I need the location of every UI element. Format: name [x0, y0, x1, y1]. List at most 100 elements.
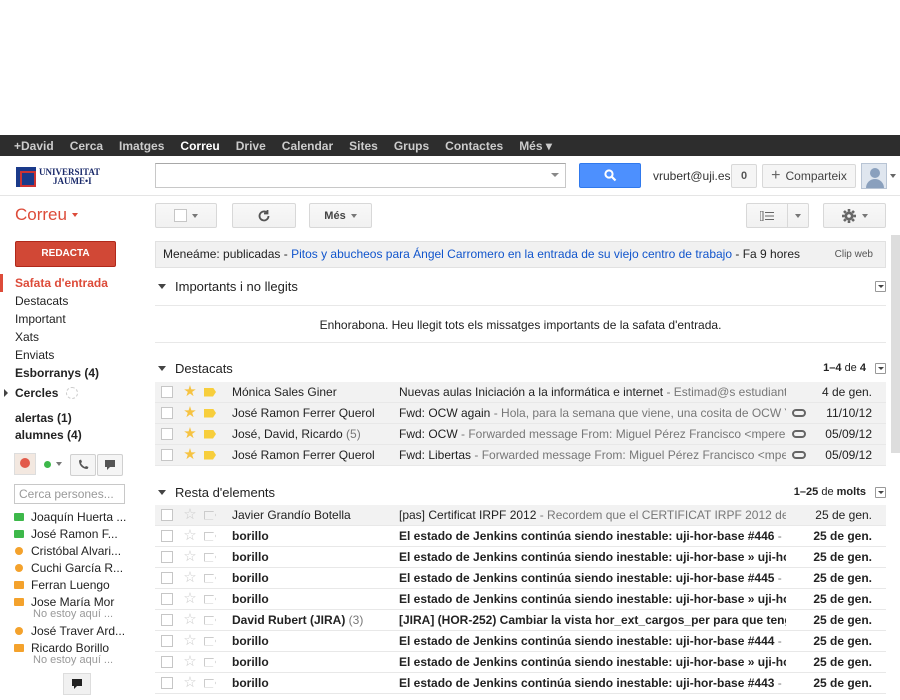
- important-marker-icon[interactable]: [204, 552, 216, 562]
- email-row[interactable]: ☆ David Rubert (JIRA) (3) [JIRA] (HOR-252)…: [155, 610, 886, 631]
- topbar-link[interactable]: +David: [14, 139, 54, 153]
- row-checkbox[interactable]: [161, 614, 173, 626]
- circles-toggle[interactable]: Cercles: [4, 386, 79, 400]
- email-row[interactable]: ★ Mónica Sales Giner Nuevas aulas Iniciaci…: [155, 382, 886, 403]
- search-input[interactable]: [155, 163, 566, 188]
- density-button[interactable]: [746, 203, 788, 228]
- topbar-link[interactable]: Cerca: [70, 139, 103, 153]
- nav-item[interactable]: Xats: [0, 328, 140, 346]
- select-checkbox[interactable]: [174, 209, 187, 222]
- important-marker-icon[interactable]: [204, 387, 216, 397]
- topbar-link[interactable]: Grups: [394, 139, 429, 153]
- user-email[interactable]: vrubert@uji.es: [653, 169, 731, 183]
- important-marker-icon[interactable]: [204, 678, 216, 688]
- row-checkbox[interactable]: [161, 530, 173, 542]
- topbar-link[interactable]: Sites: [349, 139, 378, 153]
- important-marker-icon[interactable]: [204, 657, 216, 667]
- important-marker-icon[interactable]: [204, 615, 216, 625]
- account-caret-icon[interactable]: [890, 174, 896, 178]
- label-item[interactable]: alumnes (4): [15, 427, 82, 444]
- section-starred-header[interactable]: Destacats 1–4 de 4: [155, 357, 886, 379]
- web-clip-label[interactable]: Clip web: [835, 242, 873, 267]
- share-button[interactable]: + Comparteix: [762, 164, 856, 188]
- chat-contact[interactable]: José Traver Ard...: [14, 622, 138, 639]
- star-icon[interactable]: ☆: [180, 507, 200, 523]
- settings-button[interactable]: [823, 203, 886, 228]
- topbar-link[interactable]: Drive: [236, 139, 266, 153]
- row-checkbox[interactable]: [161, 449, 173, 461]
- row-checkbox[interactable]: [161, 551, 173, 563]
- row-checkbox[interactable]: [161, 677, 173, 689]
- web-clip[interactable]: Meneáme: publicadas - Pitos y abucheos p…: [155, 241, 886, 268]
- label-item[interactable]: alertas (1): [15, 410, 82, 427]
- email-row[interactable]: ★ José Ramon Ferrer Querol Fwd: Libertas -…: [155, 445, 886, 466]
- row-checkbox[interactable]: [161, 386, 173, 398]
- collapse-arrow-icon[interactable]: [158, 283, 166, 289]
- app-switcher[interactable]: Correu: [15, 205, 78, 225]
- collapse-arrow-icon[interactable]: [158, 365, 166, 371]
- section-important-header[interactable]: Importants i no llegits: [155, 275, 886, 297]
- important-marker-icon[interactable]: [204, 636, 216, 646]
- star-icon[interactable]: ☆: [180, 612, 200, 628]
- notifications-count[interactable]: 0: [731, 164, 757, 188]
- row-checkbox[interactable]: [161, 656, 173, 668]
- section-menu-icon[interactable]: [875, 486, 886, 498]
- people-search-input[interactable]: Cerca persones...: [14, 484, 125, 504]
- important-marker-icon[interactable]: [204, 429, 216, 439]
- scrollbar[interactable]: [891, 235, 900, 453]
- density-menu-button[interactable]: [787, 203, 809, 228]
- email-row[interactable]: ★ José, David, Ricardo (5) Fwd: OCW - Forw…: [155, 424, 886, 445]
- star-icon[interactable]: ☆: [180, 570, 200, 586]
- email-row[interactable]: ☆ borillo El estado de Jenkins continúa si…: [155, 589, 886, 610]
- email-row[interactable]: ☆ borillo El estado de Jenkins continúa si…: [155, 673, 886, 694]
- star-icon[interactable]: ★: [180, 447, 200, 463]
- email-row[interactable]: ☆ borillo El estado de Jenkins continúa si…: [155, 547, 886, 568]
- star-icon[interactable]: ☆: [180, 633, 200, 649]
- star-icon[interactable]: ☆: [180, 654, 200, 670]
- nav-item[interactable]: Enviats: [0, 346, 140, 364]
- star-icon[interactable]: ★: [180, 426, 200, 442]
- web-clip-link[interactable]: Pitos y abucheos para Ángel Carromero en…: [291, 247, 732, 261]
- avatar[interactable]: [861, 163, 887, 189]
- nav-item[interactable]: Important: [0, 310, 140, 328]
- row-checkbox[interactable]: [161, 635, 173, 647]
- section-menu-icon[interactable]: [875, 280, 886, 292]
- row-checkbox[interactable]: [161, 509, 173, 521]
- section-rest-header[interactable]: Resta d'elements 1–25 de molts: [155, 481, 886, 503]
- chat-contact[interactable]: Ferran Luengo: [14, 576, 138, 593]
- chat-status[interactable]: [14, 453, 62, 475]
- nav-item[interactable]: Destacats: [0, 292, 140, 310]
- topbar-link[interactable]: Més ▾: [519, 139, 552, 153]
- email-row[interactable]: ☆ borillo El estado de Jenkins continúa si…: [155, 631, 886, 652]
- important-marker-icon[interactable]: [204, 408, 216, 418]
- chat-contact[interactable]: Joaquín Huerta ...: [14, 508, 138, 525]
- nav-item[interactable]: Safata d'entrada: [0, 274, 140, 292]
- more-button[interactable]: Més: [309, 203, 372, 228]
- chat-contact[interactable]: José Ramon F...: [14, 525, 138, 542]
- email-row[interactable]: ★ José Ramon Ferrer Querol Fwd: OCW again …: [155, 403, 886, 424]
- call-phone-button[interactable]: [70, 454, 96, 476]
- star-icon[interactable]: ☆: [180, 528, 200, 544]
- compose-button[interactable]: REDACTA: [15, 241, 116, 267]
- important-marker-icon[interactable]: [204, 510, 216, 520]
- chat-contact[interactable]: Cuchi García R...: [14, 559, 138, 576]
- nav-item[interactable]: Esborranys (4): [0, 364, 140, 382]
- star-icon[interactable]: ☆: [180, 591, 200, 607]
- search-button[interactable]: [579, 163, 641, 188]
- chat-launcher-button[interactable]: [63, 673, 91, 695]
- email-row[interactable]: ☆ borillo El estado de Jenkins continúa si…: [155, 652, 886, 673]
- email-row[interactable]: ☆ Javier Grandío Botella [pas] Certificat …: [155, 505, 886, 526]
- select-all-button[interactable]: [155, 203, 217, 228]
- star-icon[interactable]: ★: [180, 384, 200, 400]
- email-row[interactable]: ☆ borillo El estado de Jenkins continúa si…: [155, 526, 886, 547]
- topbar-link[interactable]: Calendar: [282, 139, 333, 153]
- important-marker-icon[interactable]: [204, 531, 216, 541]
- star-icon[interactable]: ★: [180, 405, 200, 421]
- uji-logo[interactable]: UNIVERSITAT JAUME•I: [16, 166, 108, 188]
- row-checkbox[interactable]: [161, 572, 173, 584]
- search-options-caret-icon[interactable]: [551, 173, 559, 177]
- star-icon[interactable]: ☆: [180, 549, 200, 565]
- important-marker-icon[interactable]: [204, 594, 216, 604]
- collapse-arrow-icon[interactable]: [158, 489, 166, 495]
- important-marker-icon[interactable]: [204, 573, 216, 583]
